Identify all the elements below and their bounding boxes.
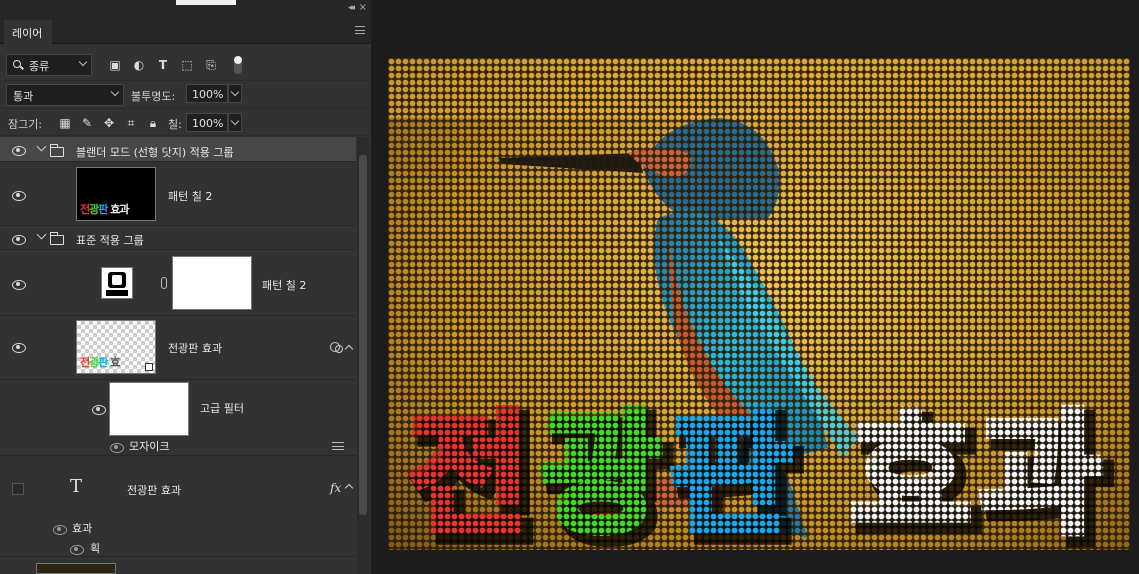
layer-name[interactable]: 고급 필터 (200, 400, 244, 416)
smart-filter-icon (330, 342, 343, 353)
blend-row: 통과 불투명도: 100% (0, 80, 371, 108)
visibility-eye-icon[interactable] (12, 190, 26, 201)
layer-group-normal[interactable]: 표준 적용 그룹 (0, 226, 356, 250)
folder-icon (50, 144, 64, 157)
layer-text[interactable]: T 전광판 효과 fx 효과 획 (0, 456, 356, 557)
layer-name[interactable]: 전광판 효과 (127, 482, 181, 498)
panel-menu-icon[interactable] (355, 26, 365, 34)
visibility-eye-icon[interactable] (12, 342, 26, 353)
opacity-dropdown-arrow[interactable] (228, 84, 242, 103)
lock-artboard-icon[interactable]: ⌗ (124, 116, 138, 130)
visibility-eye-icon[interactable] (92, 404, 106, 415)
pattern-fill-adjustment-icon (101, 267, 133, 299)
document-canvas[interactable]: 전광판효과 전광판효과 (388, 58, 1130, 550)
layer-list: 블랜더 모드 (선형 닷지) 적용 그룹 전광판 효과 패턴 칠 2 표준 적용… (0, 137, 356, 574)
layer-mask-thumbnail (172, 256, 252, 310)
opacity-label: 불투명도: (131, 90, 176, 103)
tab-layers[interactable]: 레이어 (4, 20, 52, 44)
panel-top-strip: ◂◂ × (0, 0, 371, 18)
fill-dropdown-arrow[interactable] (228, 113, 242, 132)
layer-pattern-fill-1[interactable]: 전광판 효과 패턴 칠 2 (0, 162, 356, 226)
layer-name[interactable]: 패턴 칠 2 (262, 277, 306, 293)
chevron-up-icon[interactable] (344, 344, 354, 354)
filter-toggle[interactable] (234, 56, 242, 74)
layer-smart-filters[interactable]: 고급 필터 모자이크 (0, 380, 356, 456)
layer-pattern-fill-2[interactable]: 패턴 칠 2 (0, 250, 356, 316)
blend-mode-value: 통과 (13, 90, 34, 103)
filter-name[interactable]: 모자이크 (129, 438, 169, 454)
layer-name[interactable]: 패턴 칠 2 (168, 188, 212, 204)
scroll-thumb[interactable] (359, 155, 367, 515)
billboard-headline: 전광판효과 (388, 58, 1130, 550)
adjustment-filter-icon[interactable]: ◐ (132, 58, 146, 72)
led-billboard-image: 전광판효과 전광판효과 (388, 58, 1130, 550)
layer-group-blend[interactable]: 블랜더 모드 (선형 닷지) 적용 그룹 (0, 137, 356, 162)
lock-image-icon[interactable]: ✎ (80, 116, 94, 130)
lock-all-icon[interactable]: 🔒︎ (146, 116, 160, 130)
thumbnail-text: 전광판 효 (80, 356, 120, 369)
filter-mask-thumbnail (109, 382, 189, 436)
chevron-down-icon (110, 87, 120, 97)
layer-thumbnail: 전광판 효과 (76, 167, 156, 221)
filter-row: 종류 ▣ ◐ T ⬚ ⎘ (0, 50, 371, 80)
smart-object-icon (145, 363, 153, 371)
thumbnail-text: 전광판 효과 (80, 203, 129, 216)
effect-stroke[interactable]: 획 (90, 540, 100, 556)
type-filter-icon[interactable]: T (156, 58, 170, 72)
lock-transparent-icon[interactable]: ▦ (58, 116, 72, 130)
chevron-down-icon[interactable] (36, 141, 47, 152)
filter-options-icon[interactable] (332, 442, 344, 450)
search-icon (13, 60, 21, 68)
headline-char (388, 58, 1130, 550)
doc-tab-fragment (176, 0, 236, 5)
layer-smart-object[interactable]: 전광판 효 전광판 효과 (0, 316, 356, 380)
lock-position-icon[interactable]: ✥ (102, 116, 116, 130)
layer-thumbnail: 전광판 효 (76, 320, 156, 374)
fill-label: 칠: (168, 118, 182, 131)
chain-link-icon[interactable] (161, 277, 167, 289)
fill-input[interactable]: 100% (186, 113, 228, 132)
lock-label: 잠그기: (8, 118, 43, 131)
layer-name[interactable]: 전광판 효과 (168, 340, 222, 356)
layer-list-scrollbar[interactable] (357, 137, 369, 574)
visibility-eye-icon[interactable] (12, 145, 26, 156)
canvas-area[interactable]: 전광판효과 전광판효과 (372, 0, 1139, 574)
chevron-down-icon (78, 57, 88, 67)
lock-row: 잠그기: ▦ ✎ ✥ ⌗ 🔒︎ 칠: 100% (0, 108, 371, 136)
chevron-down-icon[interactable] (36, 229, 47, 240)
visibility-eye-icon[interactable] (70, 544, 84, 555)
kind-filter-dropdown[interactable]: 종류 (6, 54, 92, 76)
visibility-eye-icon[interactable] (12, 234, 26, 245)
close-icon[interactable]: × (359, 2, 367, 13)
smart-object-filter-icon[interactable]: ⎘ (204, 58, 218, 72)
tab-bar: 레이어 (0, 18, 371, 44)
folder-icon (50, 232, 64, 245)
pixel-filter-icon[interactable]: ▣ (108, 58, 122, 72)
layer-name[interactable]: 블랜더 모드 (선형 닷지) 적용 그룹 (76, 144, 234, 160)
visibility-eye-icon[interactable] (110, 442, 124, 453)
background-layer-thumbnail (36, 563, 116, 574)
type-layer-icon: T (70, 476, 83, 497)
shape-filter-icon[interactable]: ⬚ (180, 58, 194, 72)
fx-icon[interactable]: fx (330, 481, 341, 495)
chevron-up-icon[interactable] (344, 483, 354, 493)
collapse-icon[interactable]: ◂◂ (348, 3, 355, 13)
kind-filter-label: 종류 (29, 60, 50, 73)
opacity-input[interactable]: 100% (186, 84, 228, 103)
blend-mode-dropdown[interactable]: 통과 (6, 84, 124, 106)
visibility-toggle[interactable] (12, 483, 24, 495)
layer-name[interactable]: 표준 적용 그룹 (76, 232, 144, 248)
layers-panel: ◂◂ × 레이어 종류 ▣ ◐ T ⬚ ⎘ 통과 불투명도: 100% 잠그기:… (0, 0, 371, 574)
effects-label[interactable]: 효과 (72, 520, 92, 536)
visibility-eye-icon[interactable] (53, 524, 67, 535)
visibility-eye-icon[interactable] (12, 279, 26, 290)
